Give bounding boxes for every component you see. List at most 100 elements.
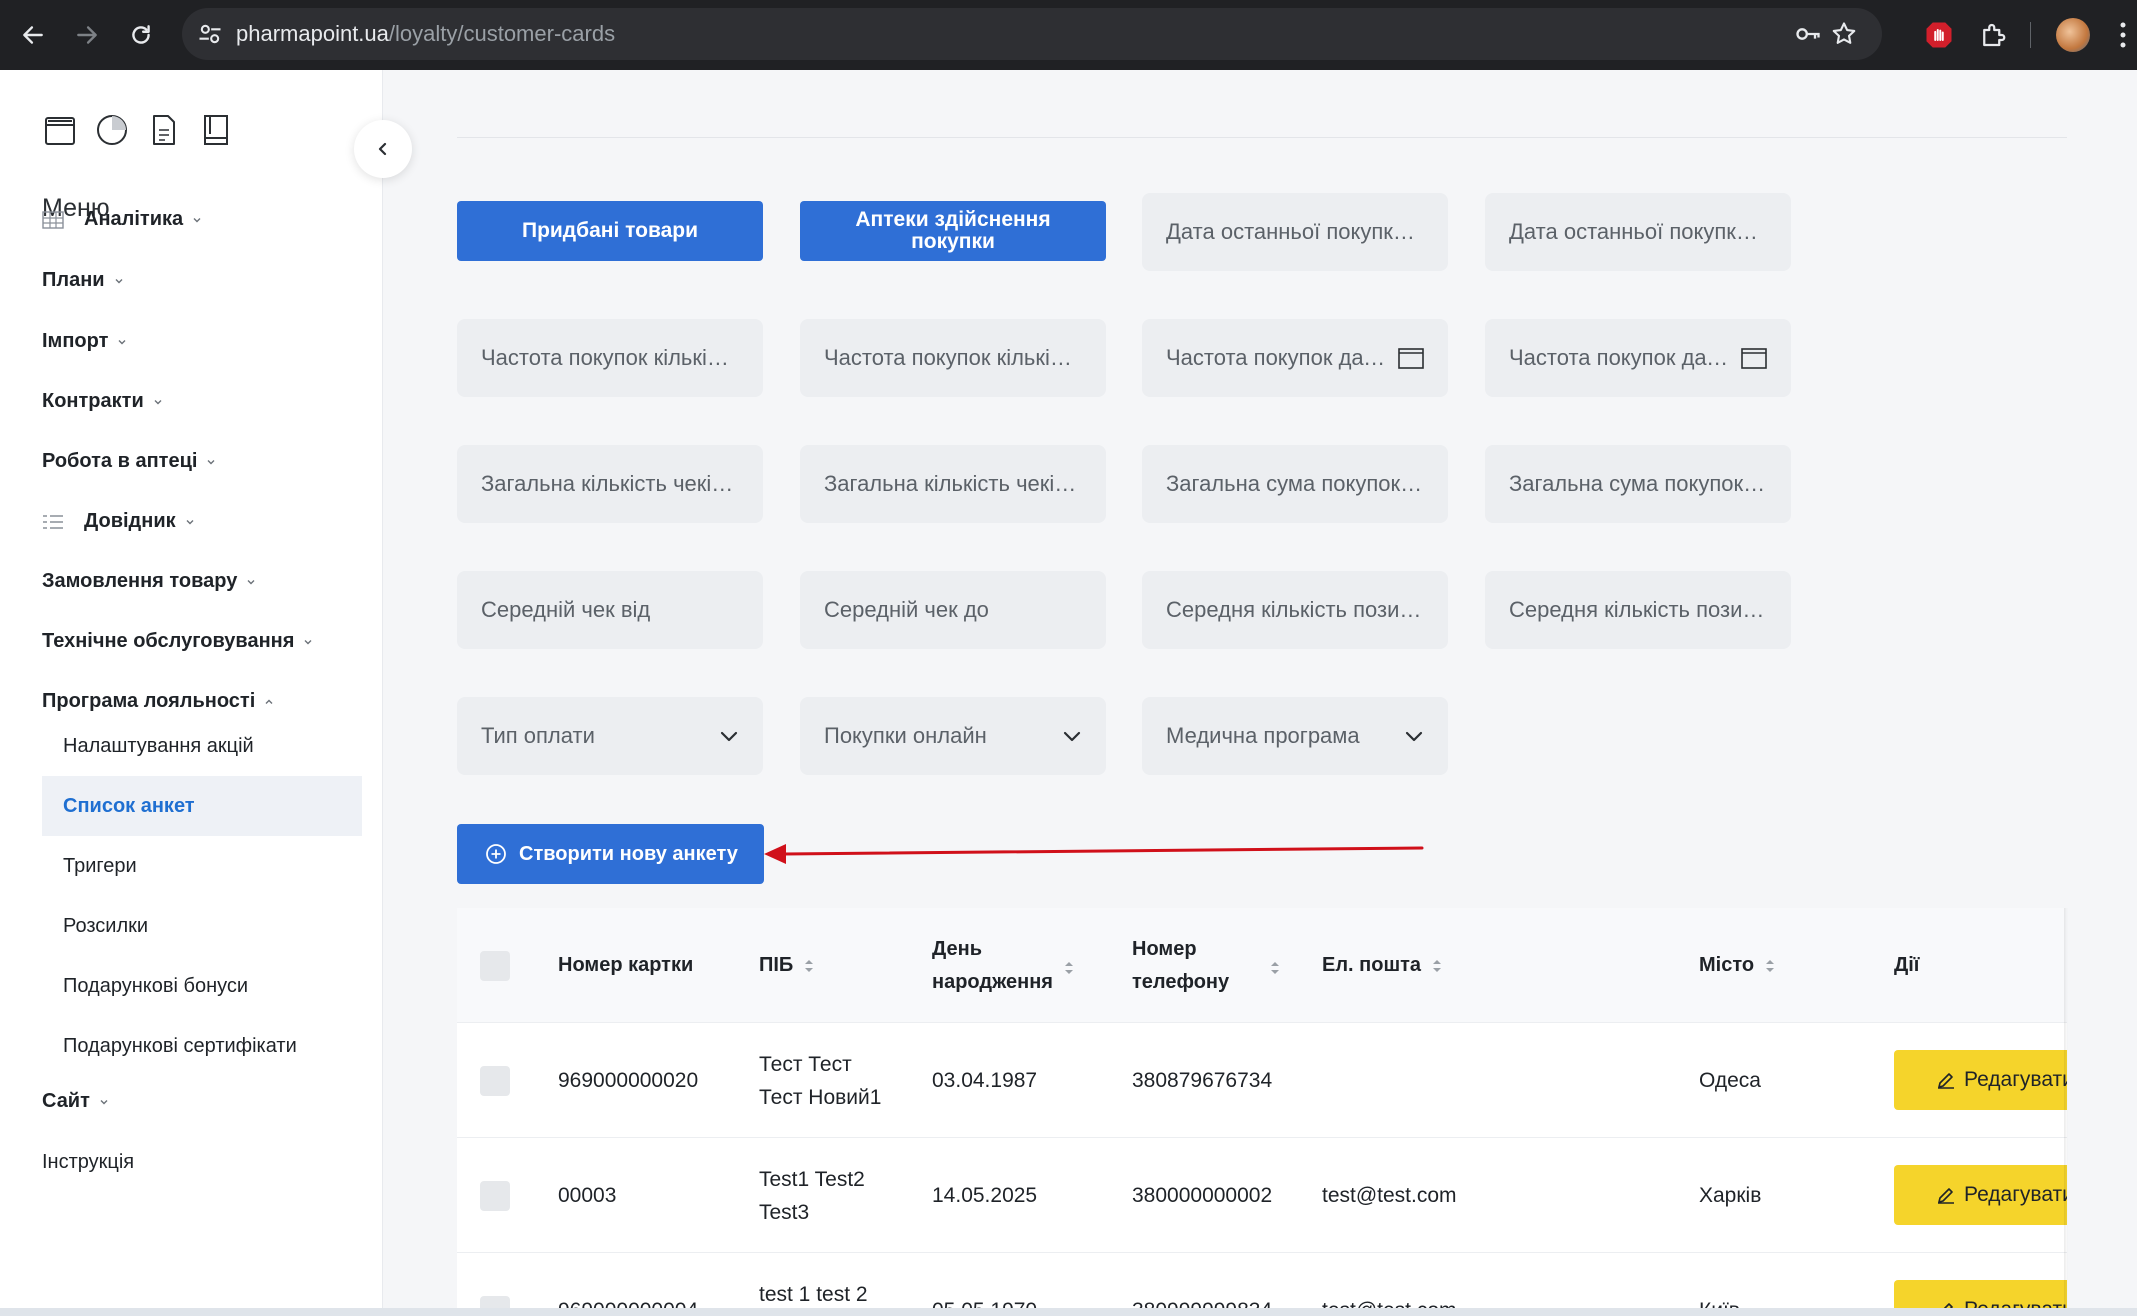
chevron-down-icon [207,459,215,464]
sidebar-item-directory[interactable]: Довідник [42,510,196,533]
frequency-date-to-field[interactable]: Частота покупок дата до [1485,319,1791,397]
col-city[interactable]: Місто [1699,949,1776,982]
field-placeholder: Частота покупок кількість від [481,345,739,370]
average-positions-from-field[interactable]: Середня кількість позицій від [1142,571,1448,649]
sidebar-subitem-questionnaires[interactable]: Список анкет [42,776,362,836]
profile-avatar[interactable] [2056,18,2090,52]
last-purchase-to-field[interactable]: Дата останньої покупки до [1485,193,1791,271]
average-check-to-field[interactable]: Середній чек до [800,571,1106,649]
last-purchase-from-field[interactable]: Дата останньої покупки від [1142,193,1448,271]
field-placeholder: Загальна сума покупок до [1509,471,1767,496]
calendar-icon[interactable] [1741,347,1767,369]
cell-birthday: 14.05.2025 [932,1184,1038,1207]
sidebar-item-analytics[interactable]: Аналітика [42,208,203,231]
purchased-goods-button[interactable]: Придбані товари [457,201,763,261]
address-bar[interactable]: pharmapoint.ua/loyalty/customer-cards [182,8,1882,60]
frequency-count-to-field[interactable]: Частота покупок кількість до [800,319,1106,397]
table-row: 969000000004 test 1 test 2 05.05.1970 38… [457,1253,2067,1316]
field-placeholder: Середній чек від [481,597,651,622]
site-settings-icon[interactable] [196,20,224,48]
col-label: народження [932,971,1053,993]
sidebar-item-plans[interactable]: Плани [42,269,125,292]
average-positions-to-field[interactable]: Середня кількість позицій до [1485,571,1791,649]
col-label: ПІБ [759,954,794,976]
row-checkbox[interactable] [480,1181,510,1211]
url-text: pharmapoint.ua/loyalty/customer-cards [236,21,616,46]
sidebar-subitem-mailings[interactable]: Розсилки [42,896,362,956]
online-purchases-select[interactable]: Покупки онлайн [800,697,1106,775]
pencil-icon [1938,1073,1954,1089]
name-line: Тест Новий1 [759,1086,882,1109]
field-placeholder: Загальна кількість чеків від [481,471,739,496]
chevron-down-icon [154,399,162,404]
frequency-count-from-field[interactable]: Частота покупок кількість від [457,319,763,397]
chevron-down-icon [720,731,738,742]
average-check-from-field[interactable]: Середній чек від [457,571,763,649]
col-card-number[interactable]: Номер картки [558,949,693,982]
extensions-puzzle-icon[interactable] [1978,20,2008,50]
col-full-name[interactable]: ПІБ [759,949,815,982]
sidebar-subitem-promo-settings[interactable]: Налаштування акцій [42,716,362,776]
bookmark-star-icon[interactable] [1830,20,1858,48]
cell-card-number: 969000000020 [558,1069,699,1092]
sidebar-item-loyalty[interactable]: Програма лояльності [42,690,275,713]
sidebar-item-orders[interactable]: Замовлення товару [42,570,257,593]
frequency-date-from-field[interactable]: Частота покупок дата від [1142,319,1448,397]
extension-stop-icon[interactable] [1924,20,1954,50]
receipts-count-to-field[interactable]: Загальна кількість чеків до [800,445,1106,523]
name-line: Test1 Test2 [759,1168,865,1191]
col-email[interactable]: Ел. пошта [1322,949,1443,982]
select-all-checkbox[interactable] [480,951,510,981]
sidebar-item-label: Робота в аптеці [42,450,198,472]
reload-button[interactable] [124,18,158,52]
sidebar-item-maintenance[interactable]: Технічне обслуговування [42,630,314,653]
sidebar-item-label: Аналітика [84,208,184,230]
sidebar-subitem-gift-certificates[interactable]: Подарункові сертифікати [42,1016,362,1076]
purchase-sum-from-field[interactable]: Загальна сума покупок від [1142,445,1448,523]
sidebar-subitem-gift-bonuses[interactable]: Подарункові бонуси [42,956,362,1016]
toolbar-separator [2030,22,2031,48]
select-value: Медична програма [1166,723,1360,748]
sidebar-item-pharmacy-work[interactable]: Робота в аптеці [42,450,217,473]
sidebar-subitem-triggers[interactable]: Тригери [42,836,362,896]
pie-chart-icon[interactable] [94,112,130,148]
chevron-down-icon [115,278,123,283]
table-header: Номер картки ПІБ День народження Номер т… [457,908,2067,1023]
sidebar-item-import[interactable]: Імпорт [42,330,128,353]
row-checkbox[interactable] [480,1066,510,1096]
create-questionnaire-button[interactable]: Створити нову анкету [457,824,764,884]
key-icon[interactable] [1794,20,1822,48]
horizontal-scrollbar[interactable] [0,1308,2137,1316]
back-button[interactable] [16,18,50,52]
document-icon[interactable] [146,112,182,148]
sort-icon [805,959,814,972]
medical-program-select[interactable]: Медична програма [1142,697,1448,775]
book-icon[interactable] [198,112,234,148]
forward-button[interactable] [70,18,104,52]
chevron-up-icon [265,699,273,704]
collapse-sidebar-button[interactable] [354,120,412,178]
archive-box-icon[interactable] [42,112,78,148]
table-row: 969000000020 Тест Тест Тест Новий1 03.04.… [457,1023,2067,1138]
payment-type-select[interactable]: Тип оплати [457,697,763,775]
receipts-count-from-field[interactable]: Загальна кількість чеків від [457,445,763,523]
purchase-sum-to-field[interactable]: Загальна сума покупок до [1485,445,1791,523]
sidebar-item-instructions[interactable]: Інструкція [42,1151,134,1174]
field-placeholder: Середня кількість позицій від [1166,597,1424,622]
edit-button[interactable]: Редагувати [1894,1165,2067,1225]
chevron-down-icon [118,339,126,344]
calendar-icon[interactable] [1398,347,1424,369]
edit-button[interactable]: Редагувати [1894,1050,2067,1110]
sidebar-item-site[interactable]: Сайт [42,1090,110,1113]
col-phone[interactable]: Номер телефону [1132,933,1281,999]
sidebar-item-contracts[interactable]: Контракти [42,390,164,413]
sort-icon [1766,959,1775,972]
field-placeholder: Частота покупок дата до [1509,345,1735,370]
col-birthday[interactable]: День народження [932,933,1075,999]
field-placeholder: Дата останньої покупки до [1509,219,1767,244]
cell-full-name: Тест Тест Тест Новий1 [759,1048,881,1114]
sidebar-item-label: Сайт [42,1090,90,1112]
purchase-pharmacies-button[interactable]: Аптеки здійснення покупки [800,201,1106,261]
sidebar-shortcuts [42,112,234,148]
more-menu-icon[interactable] [2118,20,2128,50]
